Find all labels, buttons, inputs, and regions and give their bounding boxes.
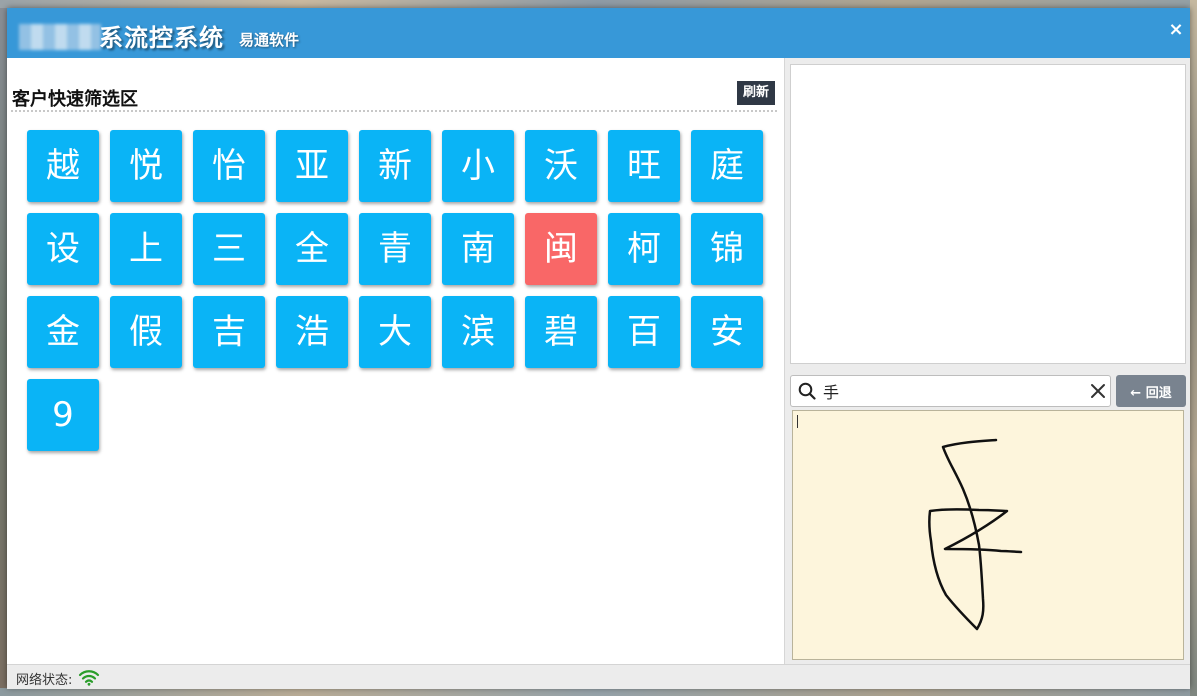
section-divider [11, 110, 777, 112]
close-button[interactable]: × [1167, 20, 1185, 40]
filter-key[interactable]: 三 [193, 213, 265, 285]
filter-key[interactable]: 锦 [691, 213, 763, 285]
close-icon: × [1168, 19, 1184, 40]
filter-key[interactable]: 旺 [608, 130, 680, 202]
filter-key[interactable]: 小 [442, 130, 514, 202]
filter-key[interactable]: 吉 [193, 296, 265, 368]
filter-key[interactable]: 假 [110, 296, 182, 368]
handwriting-stroke [928, 438, 1023, 631]
filter-key[interactable]: 滨 [442, 296, 514, 368]
filter-key-grid: 越悦怡亚新小沃旺庭设上三全青南闽柯锦金假吉浩大滨碧百安 9 [27, 130, 787, 460]
blurred-title-prefix [19, 24, 101, 50]
filter-key[interactable]: 碧 [525, 296, 597, 368]
search-input[interactable] [823, 379, 1073, 403]
candidate-preview-area [790, 64, 1186, 364]
title-bar[interactable]: 系流控系统 易通软件 × [7, 8, 1190, 58]
desktop-background-top [0, 0, 1197, 8]
filter-key[interactable]: 上 [110, 213, 182, 285]
search-box [790, 375, 1111, 407]
filter-key[interactable]: 闽 [525, 213, 597, 285]
filter-key[interactable]: 南 [442, 213, 514, 285]
right-panel: ← 回退 [785, 58, 1190, 664]
filter-key[interactable]: 9 [27, 379, 99, 451]
back-button-label: 回退 [1145, 385, 1172, 401]
filter-key[interactable]: 全 [276, 213, 348, 285]
filter-key[interactable]: 新 [359, 130, 431, 202]
section-title: 客户快速筛选区 [12, 89, 138, 110]
filter-key[interactable]: 柯 [608, 213, 680, 285]
arrow-left-icon: ← [1130, 385, 1142, 401]
desktop-background-bottom [0, 688, 1197, 696]
back-button[interactable]: ← 回退 [1116, 375, 1186, 407]
search-icon [798, 382, 816, 400]
close-icon[interactable] [1090, 383, 1106, 399]
network-status-label: 网络状态: [16, 673, 73, 688]
filter-key[interactable]: 大 [359, 296, 431, 368]
filter-key[interactable]: 亚 [276, 130, 348, 202]
desktop-background-right [1190, 0, 1197, 696]
filter-key[interactable]: 金 [27, 296, 99, 368]
filter-key[interactable]: 设 [27, 213, 99, 285]
filter-key[interactable]: 青 [359, 213, 431, 285]
filter-key[interactable]: 百 [608, 296, 680, 368]
wifi-icon [78, 670, 100, 686]
filter-key[interactable]: 浩 [276, 296, 348, 368]
app-window: 系流控系统 易通软件 × 客户快速筛选区 刷新 越悦怡亚新小沃旺庭设上三全青南闽… [7, 8, 1190, 689]
window-title: 系流控系统 [99, 24, 224, 52]
filter-key[interactable]: 安 [691, 296, 763, 368]
window-subtitle: 易通软件 [239, 31, 300, 49]
filter-key[interactable]: 庭 [691, 130, 763, 202]
customer-filter-panel: 客户快速筛选区 刷新 越悦怡亚新小沃旺庭设上三全青南闽柯锦金假吉浩大滨碧百安 9 [7, 58, 785, 664]
status-bar: 网络状态: [7, 664, 1190, 689]
filter-key[interactable]: 悦 [110, 130, 182, 202]
filter-key[interactable]: 越 [27, 130, 99, 202]
filter-key[interactable]: 怡 [193, 130, 265, 202]
handwriting-pad[interactable] [792, 410, 1184, 660]
filter-key[interactable]: 沃 [525, 130, 597, 202]
refresh-button[interactable]: 刷新 [737, 81, 775, 105]
